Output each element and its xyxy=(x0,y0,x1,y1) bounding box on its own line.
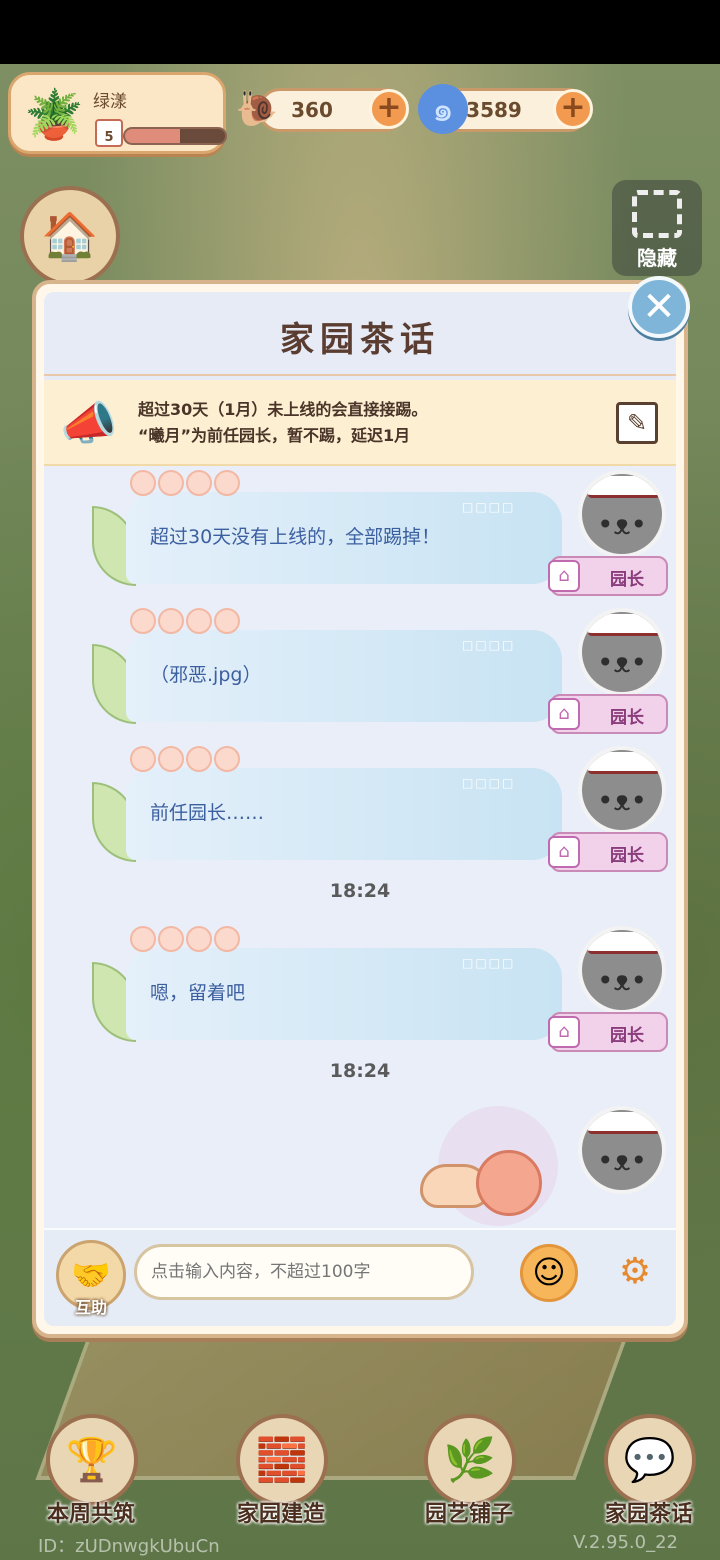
nav-garden-chat[interactable]: 💬 家园茶话 xyxy=(594,1414,704,1534)
level-badge: 5 xyxy=(95,119,123,147)
player-card[interactable]: 🪴 绿漾 5 xyxy=(8,72,227,154)
chat-settings-button[interactable]: ⚙ xyxy=(602,1244,668,1302)
nav-weekly-build[interactable]: 🏆 本周共筑 xyxy=(36,1414,146,1534)
hide-ui-button[interactable]: 隐藏 xyxy=(612,180,702,276)
sender-avatar[interactable]: •ᴥ• xyxy=(578,926,666,1014)
role-house-icon: ⌂ xyxy=(548,698,580,730)
message-dots: □□□□ xyxy=(462,776,516,790)
mutual-help-label: 互助 xyxy=(74,1298,107,1317)
house-icon: 🏠 xyxy=(41,208,99,263)
dialog-header: 家园茶话 xyxy=(44,292,676,380)
emoji-button[interactable]: ☺ xyxy=(520,1244,578,1302)
flower-decoration xyxy=(130,746,240,788)
handshake-icon: 🤝 xyxy=(71,1256,111,1294)
plant-avatar-icon: 🪴 xyxy=(24,86,84,143)
role-label: 园长 xyxy=(610,1026,644,1046)
message-text: 嗯，留着吧 xyxy=(150,982,246,1004)
level-progress-bar xyxy=(123,127,227,145)
podium-icon: 🏆 xyxy=(46,1414,138,1506)
role-badge: ⌂ 园长 xyxy=(548,556,668,596)
chat-bubbles-icon: 💬 xyxy=(604,1414,696,1506)
nav-garden-shop[interactable]: 🌿 园艺铺子 xyxy=(414,1414,524,1534)
sender-avatar[interactable]: •ᴥ• xyxy=(578,608,666,696)
announcement-line-1: 超过30天（1月）未上线的会直接接踢。 xyxy=(138,400,428,419)
nav-label: 园艺铺子 xyxy=(424,1502,513,1527)
flower-decoration xyxy=(130,470,240,512)
chat-input[interactable] xyxy=(134,1244,474,1300)
player-name: 绿漾 xyxy=(93,92,127,112)
level-progress-fill xyxy=(125,129,180,143)
flower-decoration xyxy=(130,926,240,968)
version-label: V.2.95.0_22 xyxy=(573,1532,678,1553)
role-badge: ⌂ 园长 xyxy=(548,694,668,734)
chat-message: □□□□ 嗯，留着吧 •ᴥ• ⌂ 园长 xyxy=(44,926,676,1052)
hide-label: 隐藏 xyxy=(637,246,677,270)
role-label: 园长 xyxy=(610,708,644,728)
brick-trowel-icon: 🧱 xyxy=(236,1414,328,1506)
garden-chat-dialog: 家园茶话 📣 超过30天（1月）未上线的会直接接踢。 “曦月”为前任园长，暂不踢… xyxy=(32,280,688,1338)
nav-home-build[interactable]: 🧱 家园建造 xyxy=(226,1414,336,1534)
snail-coin-icon: 🐌 xyxy=(235,89,279,129)
message-dots: □□□□ xyxy=(462,956,516,970)
role-label: 园长 xyxy=(610,570,644,590)
megaphone-icon: 📣 xyxy=(60,395,118,450)
smiley-icon: ☺ xyxy=(532,1253,566,1291)
message-timestamp: 18:24 xyxy=(329,1060,391,1082)
close-icon: ✕ xyxy=(642,284,676,330)
role-house-icon: ⌂ xyxy=(548,1016,580,1048)
announcement-line-2: “曦月”为前任园长，暂不踢，延迟1月 xyxy=(138,426,411,445)
nav-label: 本周共筑 xyxy=(46,1502,135,1527)
chat-message-list[interactable]: □□□□ 超过30天没有上线的，全部踢掉！ •ᴥ• ⌂ 园长 □□□□ （邪恶.… xyxy=(44,466,676,1228)
dialog-title: 家园茶话 xyxy=(280,320,440,360)
sender-avatar[interactable]: •ᴥ• xyxy=(578,470,666,558)
fullscreen-icon xyxy=(632,190,682,238)
close-button[interactable]: ✕ xyxy=(628,276,690,338)
message-text: 前任园长…… xyxy=(150,802,265,824)
chat-input-bar: 🤝 互助 ☺ ⚙ xyxy=(44,1228,676,1326)
chat-gear-icon: ⚙ xyxy=(618,1251,652,1292)
chat-message: □□□□ （邪恶.jpg） •ᴥ• ⌂ 园长 xyxy=(44,608,676,734)
blue-swirl-gem-icon: ๑ xyxy=(418,84,468,134)
nav-label: 家园茶话 xyxy=(604,1502,693,1527)
role-badge: ⌂ 园长 xyxy=(548,1012,668,1052)
flower-decoration xyxy=(130,608,240,650)
message-text: 超过30天没有上线的，全部踢掉！ xyxy=(150,526,441,548)
add-gem-button[interactable]: + xyxy=(553,89,593,129)
sender-avatar[interactable]: •ᴥ• xyxy=(578,746,666,834)
home-button[interactable]: 🏠 xyxy=(20,186,120,286)
sender-avatar[interactable]: •ᴥ• xyxy=(578,1106,666,1194)
snail-sticker[interactable] xyxy=(420,1106,560,1226)
message-text: （邪恶.jpg） xyxy=(150,664,262,686)
chat-message: •ᴥ• xyxy=(44,1106,676,1228)
edit-announcement-icon[interactable]: ✎ xyxy=(616,402,658,444)
player-id: ID：zUDnwgkUbuCn xyxy=(38,1536,220,1557)
chat-message: □□□□ 前任园长…… •ᴥ• ⌂ 园长 xyxy=(44,746,676,872)
role-badge: ⌂ 园长 xyxy=(548,832,668,872)
add-snail-coin-button[interactable]: + xyxy=(369,89,409,129)
role-label: 园长 xyxy=(610,846,644,866)
message-dots: □□□□ xyxy=(462,638,516,652)
bottom-navigation: 🏆 本周共筑 🧱 家园建造 🌿 园艺铺子 💬 家园茶话 xyxy=(0,1400,720,1530)
nav-label: 家园建造 xyxy=(236,1502,325,1527)
message-dots: □□□□ xyxy=(462,500,516,514)
flower-basket-icon: 🌿 xyxy=(424,1414,516,1506)
role-house-icon: ⌂ xyxy=(548,560,580,592)
announcement-banner: 📣 超过30天（1月）未上线的会直接接踢。 “曦月”为前任园长，暂不踢，延迟1月… xyxy=(44,380,676,466)
divider xyxy=(44,374,676,376)
message-timestamp: 18:24 xyxy=(329,880,391,902)
role-house-icon: ⌂ xyxy=(548,836,580,868)
chat-message: □□□□ 超过30天没有上线的，全部踢掉！ •ᴥ• ⌂ 园长 xyxy=(44,470,676,596)
